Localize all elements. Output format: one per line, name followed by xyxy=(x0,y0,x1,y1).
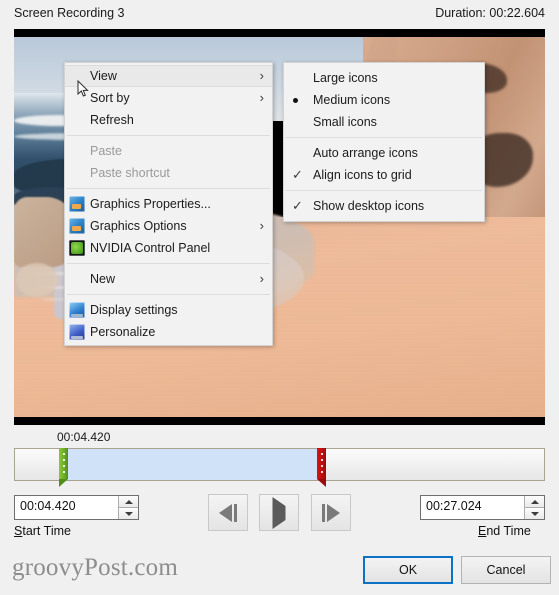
menu-item-label: Refresh xyxy=(90,113,134,127)
menu-item-nvidia-control-panel[interactable]: NVIDIA Control Panel xyxy=(65,237,272,259)
menu-item-label: Display settings xyxy=(90,303,178,317)
caret-down-icon xyxy=(124,511,133,516)
menu-item-label: Graphics Options xyxy=(90,219,187,233)
caret-down-icon xyxy=(530,511,539,516)
menu-item-personalize[interactable]: Personalize xyxy=(65,321,272,343)
menu-separator xyxy=(286,190,482,191)
caret-up-icon xyxy=(530,499,539,504)
play-button[interactable] xyxy=(259,494,299,531)
menu-item-paste-shortcut: Paste shortcut xyxy=(65,162,272,184)
menu-item-label: Graphics Properties... xyxy=(90,197,211,211)
start-time-input[interactable] xyxy=(20,499,105,513)
radio-selected-icon xyxy=(293,98,298,103)
label-rest: nd Time xyxy=(486,524,531,538)
nvidia-icon xyxy=(69,240,85,256)
menu-item-view[interactable]: View › xyxy=(65,65,272,87)
submenu-item-large-icons[interactable]: Large icons xyxy=(284,67,484,89)
menu-item-graphics-options[interactable]: Graphics Options › xyxy=(65,215,272,237)
submenu-item-label: Medium icons xyxy=(313,93,391,107)
display-icon xyxy=(69,302,85,318)
menu-item-label: Sort by xyxy=(90,91,130,105)
trim-start-handle[interactable] xyxy=(59,448,68,487)
trim-end-handle[interactable] xyxy=(317,448,326,487)
menu-separator xyxy=(67,294,270,295)
menu-item-paste: Paste xyxy=(65,140,272,162)
handle-tail xyxy=(59,479,68,487)
submenu-item-align-icons-to-grid[interactable]: ✓ Align icons to grid xyxy=(284,164,484,186)
title-bar: Screen Recording 3 Duration: 00:22.604 xyxy=(0,0,559,29)
playhead-time-label: 00:04.420 xyxy=(57,430,111,444)
timeline-track[interactable] xyxy=(14,448,545,481)
end-time-label: End Time xyxy=(478,524,531,538)
chevron-right-icon: › xyxy=(259,271,264,286)
page-title: Screen Recording 3 xyxy=(14,6,125,20)
menu-item-sort-by[interactable]: Sort by › xyxy=(65,87,272,109)
intel-graphics-icon xyxy=(69,218,85,234)
beach-rock xyxy=(16,263,58,297)
submenu-item-medium-icons[interactable]: Medium icons xyxy=(284,89,484,111)
menu-item-refresh[interactable]: Refresh xyxy=(65,109,272,131)
start-time-increment-button[interactable] xyxy=(119,496,138,507)
end-time-stepper[interactable] xyxy=(524,496,544,519)
cancel-button[interactable]: Cancel xyxy=(461,556,551,584)
previous-frame-button[interactable] xyxy=(208,494,248,531)
menu-item-label: New xyxy=(90,272,116,286)
menu-separator xyxy=(67,135,270,136)
check-icon: ✓ xyxy=(292,167,303,182)
end-time-decrement-button[interactable] xyxy=(525,507,544,519)
submenu-item-label: Large icons xyxy=(313,71,378,85)
menu-item-label: Personalize xyxy=(90,325,156,339)
label-rest: tart Time xyxy=(22,524,71,538)
end-time-field[interactable] xyxy=(420,495,545,520)
end-time-input[interactable] xyxy=(426,499,511,513)
chevron-right-icon: › xyxy=(259,218,264,233)
menu-item-label: View xyxy=(90,69,117,83)
submenu-item-auto-arrange-icons[interactable]: Auto arrange icons xyxy=(284,142,484,164)
caret-up-icon xyxy=(124,499,133,504)
desktop-context-menu: View › Sort by › Refresh Paste Paste sho… xyxy=(64,62,273,346)
handle-tail xyxy=(317,479,326,487)
menu-item-graphics-properties[interactable]: Graphics Properties... xyxy=(65,193,272,215)
menu-item-display-settings[interactable]: Display settings xyxy=(65,299,272,321)
end-time-increment-button[interactable] xyxy=(525,496,544,507)
start-time-stepper[interactable] xyxy=(118,496,138,519)
submenu-item-show-desktop-icons[interactable]: ✓ Show desktop icons xyxy=(284,195,484,217)
start-time-label: Start Time xyxy=(14,524,71,538)
check-icon: ✓ xyxy=(292,198,303,213)
personalize-icon xyxy=(69,324,85,340)
submenu-item-small-icons[interactable]: Small icons xyxy=(284,111,484,133)
submenu-item-label: Show desktop icons xyxy=(313,199,425,213)
menu-separator xyxy=(67,188,270,189)
trim-video-dialog: Screen Recording 3 Duration: 00:22.604 V… xyxy=(0,0,559,595)
site-watermark: groovyPost.com xyxy=(12,554,178,581)
menu-item-label: NVIDIA Control Panel xyxy=(90,241,211,255)
step-backward-icon xyxy=(219,503,237,522)
submenu-item-label: Small icons xyxy=(313,115,377,129)
menu-item-label: Paste shortcut xyxy=(90,166,170,180)
timeline-selection[interactable] xyxy=(62,449,318,480)
menu-separator xyxy=(67,263,270,264)
menu-item-new[interactable]: New › xyxy=(65,268,272,290)
view-submenu: Large icons Medium icons Small icons Aut… xyxy=(283,62,485,222)
intel-graphics-icon xyxy=(69,196,85,212)
start-time-field[interactable] xyxy=(14,495,139,520)
ok-button[interactable]: OK xyxy=(363,556,453,584)
start-time-decrement-button[interactable] xyxy=(119,507,138,519)
submenu-item-label: Auto arrange icons xyxy=(313,146,418,160)
step-forward-icon xyxy=(322,503,340,522)
menu-separator xyxy=(286,137,482,138)
chevron-right-icon: › xyxy=(259,68,264,83)
next-frame-button[interactable] xyxy=(311,494,351,531)
menu-item-label: Paste xyxy=(90,144,122,158)
mouse-cursor-icon xyxy=(77,80,89,97)
play-icon xyxy=(272,496,286,529)
submenu-item-label: Align icons to grid xyxy=(313,168,412,182)
chevron-right-icon: › xyxy=(259,90,264,105)
duration-label: Duration: 00:22.604 xyxy=(435,6,545,20)
